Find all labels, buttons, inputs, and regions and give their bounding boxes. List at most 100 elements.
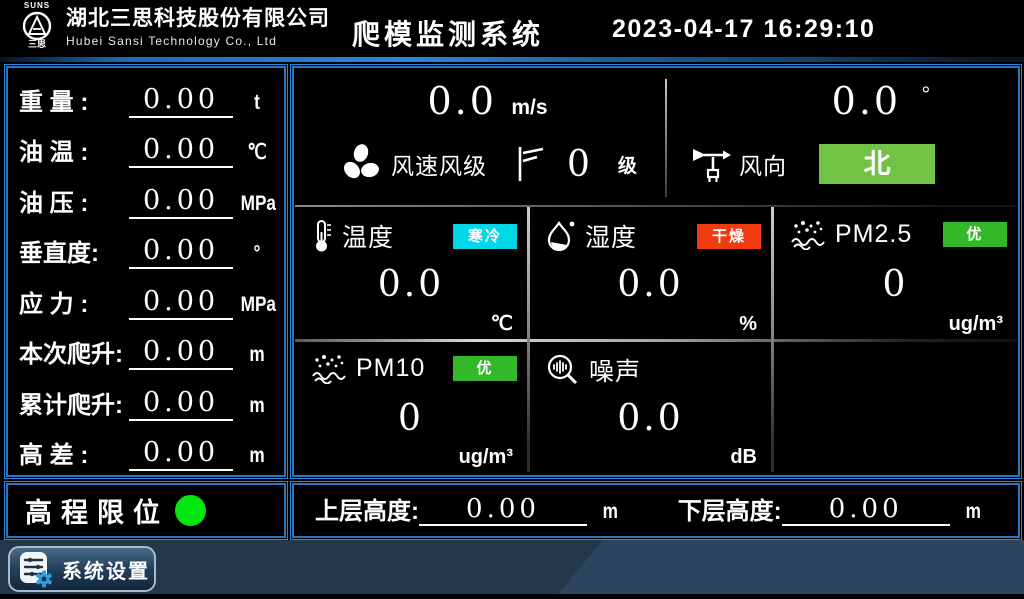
fan-icon bbox=[339, 142, 383, 186]
temperature-value: 0.0 bbox=[295, 264, 527, 305]
footer-highlight bbox=[558, 540, 1024, 594]
pm10-unit: ug/m³ bbox=[459, 446, 513, 469]
row-oil-temp: 油 温 : 0.00 ℃ bbox=[9, 122, 283, 168]
row-unit: t bbox=[241, 88, 274, 118]
row-unit: m bbox=[241, 340, 274, 370]
humidity-cell: 湿度 干燥 0.0 % bbox=[530, 208, 771, 339]
logo-sansi-text: 三思 bbox=[12, 40, 62, 49]
row-label: 垂直度: bbox=[19, 239, 125, 269]
pm10-status-badge: 优 bbox=[453, 356, 517, 381]
row-label: 油 温 : bbox=[19, 138, 125, 168]
wind-direction-badge: 北 bbox=[819, 144, 935, 184]
elevation-limit-indicator bbox=[175, 495, 206, 526]
row-value: 0.00 bbox=[129, 186, 233, 219]
row-unit: MPa bbox=[241, 189, 274, 219]
noise-value: 0.0 bbox=[530, 398, 771, 439]
pm25-status-badge: 优 bbox=[943, 222, 1007, 247]
pm10-value: 0 bbox=[295, 398, 527, 439]
wind-speed-label-line: 风速风级 0 级 bbox=[339, 137, 637, 191]
temperature-label: 温度 bbox=[342, 218, 394, 254]
dust-icon bbox=[790, 218, 826, 250]
row-value: 0.00 bbox=[129, 438, 233, 471]
droplet-icon bbox=[546, 219, 576, 253]
row-verticality: 垂直度: 0.00 ° bbox=[9, 223, 283, 269]
row-label: 重 量 : bbox=[19, 88, 125, 118]
row-value: 0.00 bbox=[129, 85, 233, 118]
measurements-panel: 重 量 : 0.00 t 油 温 : 0.00 ℃ 油 压 : 0.00 MPa… bbox=[4, 64, 288, 479]
company-name-cn: 湖北三思科技股份有限公司 bbox=[66, 7, 330, 31]
humidity-label: 湿度 bbox=[585, 218, 637, 254]
row-unit: ° bbox=[241, 239, 274, 269]
upper-height-value: 0.00 bbox=[419, 495, 587, 526]
thermometer-icon bbox=[311, 219, 333, 253]
row-value: 0.00 bbox=[129, 135, 233, 168]
humidity-unit: % bbox=[739, 313, 757, 336]
settings-sliders-gear-icon bbox=[18, 550, 54, 588]
wind-level-flag-icon bbox=[515, 143, 545, 185]
temperature-unit: ℃ bbox=[491, 311, 513, 336]
noise-unit: dB bbox=[730, 446, 757, 469]
page-title: 爬模监测系统 bbox=[352, 13, 544, 53]
system-settings-button[interactable]: 系统设置 bbox=[8, 546, 156, 592]
row-label: 高 差 : bbox=[19, 441, 125, 471]
pm25-cell: PM2.5 优 0 ug/m³ bbox=[774, 208, 1017, 339]
wind-speed-value-line: 0.0 m/s bbox=[315, 79, 660, 123]
pm10-cell: PM10 优 0 ug/m³ bbox=[295, 342, 527, 472]
row-unit: m bbox=[241, 441, 274, 471]
row-value: 0.00 bbox=[129, 236, 233, 269]
pm25-label: PM2.5 bbox=[835, 220, 912, 249]
elevation-limit-label: 高程限位 bbox=[25, 491, 169, 530]
temperature-cell: 温度 寒冷 0.0 ℃ bbox=[295, 208, 527, 339]
humidity-value: 0.0 bbox=[530, 264, 771, 305]
wind-direction-unit: ° bbox=[922, 82, 931, 107]
row-oil-pressure: 油 压 : 0.00 MPa bbox=[9, 173, 283, 219]
noise-cell: 噪声 0.0 dB bbox=[530, 342, 771, 472]
upper-height-label: 上层高度: bbox=[315, 498, 419, 526]
row-stress: 应 力 : 0.00 MPa bbox=[9, 274, 283, 320]
datetime-display: 2023-04-17 16:29:10 bbox=[612, 15, 875, 44]
wind-direction-value: 0.0 bbox=[832, 79, 901, 123]
row-current-climb: 本次爬升: 0.00 m bbox=[9, 324, 283, 370]
row-unit: m bbox=[241, 391, 274, 421]
layer-heights-panel: 上层高度: 0.00 m 下层高度: 0.00 m bbox=[290, 481, 1022, 540]
wind-speed-value: 0.0 bbox=[427, 79, 496, 123]
temperature-status-badge: 寒冷 bbox=[453, 224, 517, 249]
company-name-en: Hubei Sansi Technology Co., Ltd bbox=[66, 33, 330, 49]
row-label: 应 力 : bbox=[19, 290, 125, 320]
pm25-value: 0 bbox=[774, 264, 1017, 305]
row-value: 0.00 bbox=[129, 388, 233, 421]
wind-level-value: 0 bbox=[567, 144, 592, 185]
dust-icon bbox=[311, 352, 347, 384]
row-height-diff: 高 差 : 0.00 m bbox=[9, 425, 283, 471]
footer-bar: 系统设置 bbox=[0, 540, 1024, 599]
pm25-unit: ug/m³ bbox=[949, 313, 1003, 336]
noise-label: 噪声 bbox=[589, 352, 641, 388]
sansi-logo-icon bbox=[20, 10, 54, 42]
elevation-limit-panel: 高程限位 bbox=[4, 481, 288, 540]
system-settings-label: 系统设置 bbox=[62, 555, 150, 584]
row-label: 油 压 : bbox=[19, 189, 125, 219]
logo-suns-text: SUNS bbox=[12, 1, 62, 10]
pm10-label: PM10 bbox=[356, 354, 425, 383]
wind-direction-value-line: 0.0 ° bbox=[773, 79, 989, 123]
row-label: 累计爬升: bbox=[19, 391, 125, 421]
company-name: 湖北三思科技股份有限公司 Hubei Sansi Technology Co.,… bbox=[66, 7, 330, 49]
row-value: 0.00 bbox=[129, 287, 233, 320]
row-value: 0.00 bbox=[129, 337, 233, 370]
noise-meter-icon bbox=[546, 353, 580, 387]
wind-vane-icon bbox=[691, 144, 733, 184]
row-total-climb: 累计爬升: 0.00 m bbox=[9, 375, 283, 421]
row-weight: 重 量 : 0.00 t bbox=[9, 72, 283, 118]
wind-speed-label: 风速风级 bbox=[391, 147, 487, 181]
environment-panel: 0.0 m/s 风速风级 0 级 0.0 ° bbox=[290, 64, 1022, 479]
row-label: 本次爬升: bbox=[19, 340, 125, 370]
grid-divider bbox=[295, 205, 1017, 207]
header-accent-bar bbox=[0, 57, 1024, 62]
env-grid: 温度 寒冷 0.0 ℃ 湿度 干燥 0.0 % bbox=[295, 205, 1017, 474]
row-unit: ℃ bbox=[241, 138, 274, 168]
wind-section-divider bbox=[665, 79, 667, 197]
company-logo: SUNS 三思 bbox=[12, 1, 62, 49]
wind-level-unit: 级 bbox=[618, 151, 637, 178]
upper-height-unit: m bbox=[603, 498, 618, 526]
lower-height-unit: m bbox=[965, 498, 980, 526]
